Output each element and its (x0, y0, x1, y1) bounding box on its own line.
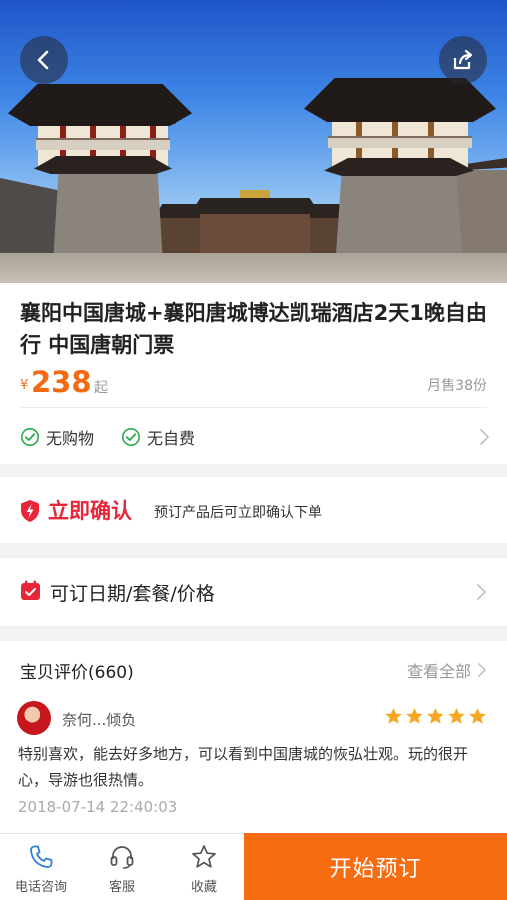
view-all-label: 查看全部 (406, 662, 471, 681)
review-text: 特别喜欢，能去好多地方，可以看到中国唐城的恢弘壮观。玩的很开心，导游也很热情。 (18, 745, 469, 789)
reviewer-name: 奈何...倾负 (62, 711, 137, 729)
check-circle-icon (21, 428, 39, 446)
nav-label: 客服 (108, 880, 135, 895)
tag-no-self-pay: 无自费 (121, 424, 195, 450)
price-suffix: 起 (94, 380, 108, 396)
chevron-right-icon (480, 429, 489, 445)
date-package-price-selector[interactable]: 可订日期/套餐/价格 (0, 558, 507, 626)
view-all-reviews-link[interactable]: 查看全部 (407, 658, 487, 682)
instant-confirm-description: 预订产品后可立即确认下单 (154, 505, 322, 521)
phone-consult-button[interactable]: 电话咨询 (1, 834, 81, 900)
watchtower-left (8, 82, 198, 282)
shield-bolt-icon (21, 500, 39, 522)
hero-image (0, 0, 507, 283)
instant-confirm-card: 立即确认 预订产品后可立即确认下单 (0, 477, 507, 543)
star-icon (469, 708, 486, 724)
price-row: ¥ 238 起 月售38份 (20, 365, 487, 401)
divider (20, 407, 487, 408)
star-icon (385, 708, 402, 724)
monthly-sales: 月售38份 (427, 378, 487, 394)
chevron-left-icon (37, 50, 49, 70)
reviews-section: 宝贝评价(660) 查看全部 奈何...倾负 特别喜欢，能去好多地方，可以看到中… (0, 641, 507, 833)
customer-service-button[interactable]: 客服 (82, 834, 162, 900)
product-price: 238 (31, 365, 92, 399)
star-outline-icon (192, 845, 216, 868)
reviews-heading: 宝贝评价(660) (20, 663, 134, 683)
service-tags-row[interactable]: 无购物 无自费 (20, 424, 490, 450)
nav-label: 收藏 (190, 880, 217, 895)
bottom-action-bar: 电话咨询 客服 收藏 开始预订 (0, 833, 507, 900)
share-button[interactable] (439, 36, 487, 84)
start-booking-button[interactable]: 开始预订 (244, 833, 507, 900)
instant-confirm-title: 立即确认 (48, 499, 132, 523)
favorite-button[interactable]: 收藏 (164, 834, 244, 900)
product-info-card: 襄阳中国唐城+襄阳唐城博达凯瑞酒店2天1晚自由行 中国唐朝门票 ¥ 238 起 … (0, 283, 507, 464)
currency-symbol: ¥ (20, 378, 29, 393)
product-title: 襄阳中国唐城+襄阳唐城博达凯瑞酒店2天1晚自由行 中国唐朝门票 (20, 301, 487, 357)
review-timestamp: 2018-07-14 22:40:03 (18, 798, 178, 816)
chevron-right-icon (477, 584, 486, 600)
star-icon (448, 708, 465, 724)
back-button[interactable] (20, 36, 68, 84)
phone-icon (30, 845, 53, 868)
tag-label: 无购物 (46, 429, 95, 448)
ground (0, 253, 507, 283)
reviewer-avatar (17, 701, 51, 735)
star-icon (406, 708, 423, 724)
headset-icon (110, 846, 134, 869)
date-selector-label: 可订日期/套餐/价格 (50, 583, 215, 605)
star-icon (427, 708, 444, 724)
tag-no-shopping: 无购物 (20, 424, 94, 450)
chevron-right-icon (478, 663, 486, 677)
check-circle-icon (122, 428, 140, 446)
nav-label: 电话咨询 (14, 880, 67, 895)
calendar-icon (21, 580, 40, 600)
tag-label: 无自费 (147, 429, 196, 448)
review-rating (384, 707, 487, 726)
share-icon (453, 49, 473, 70)
